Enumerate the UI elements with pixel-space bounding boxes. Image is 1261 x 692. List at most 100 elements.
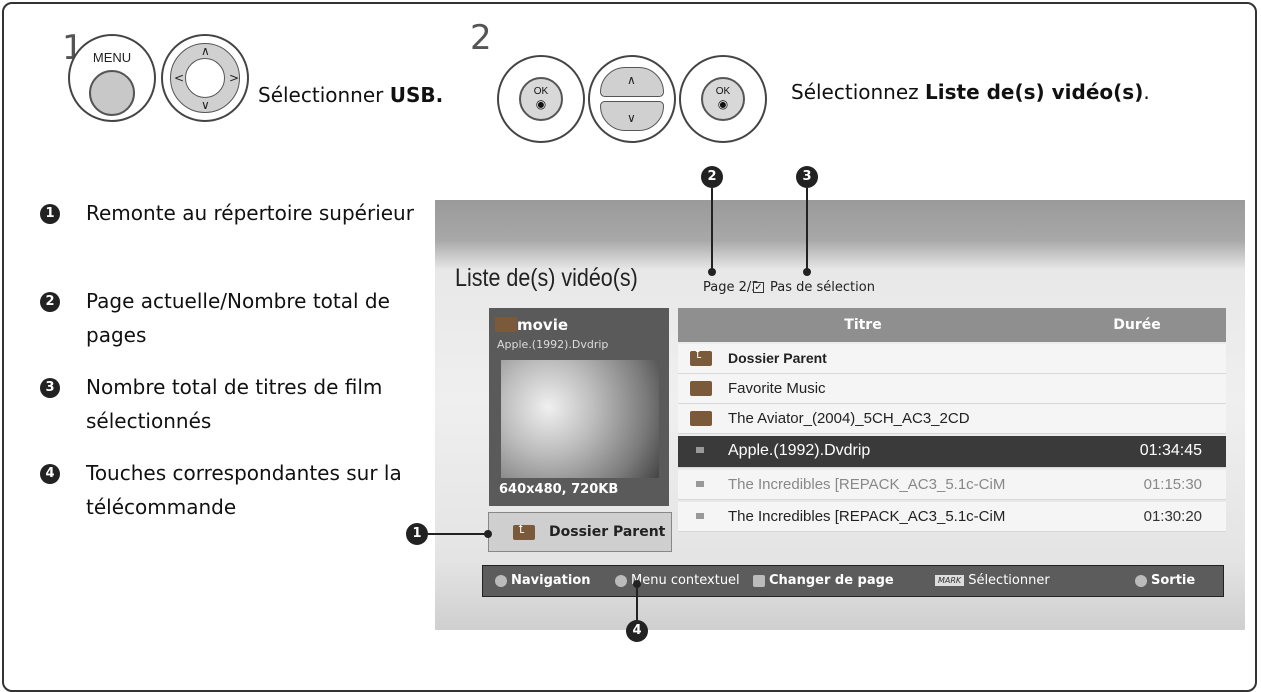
list-item[interactable]: The Aviator_(2004)_5CH_AC3_2CD bbox=[678, 404, 1226, 434]
legend-item-2: 2 Page actuelle/Nombre total de pages bbox=[40, 284, 430, 352]
footer-change-page: Changer de page bbox=[753, 573, 894, 588]
ok-dot-icon: ◉ bbox=[717, 97, 729, 111]
step-2-text: Sélectionnez bbox=[791, 80, 926, 104]
legend-text: Touches correspondantes sur la télécomma… bbox=[86, 461, 402, 519]
preview-panel: movie Apple.(1992).Dvdrip 640x480, 720KB bbox=[489, 308, 669, 506]
arrow-up-icon: ∧ bbox=[627, 73, 636, 87]
step-2-instruction: Sélectionnez Liste de(s) vidéo(s). bbox=[791, 80, 1150, 104]
legend-text: Nombre total de titres de film sélection… bbox=[86, 375, 383, 433]
dpad-button[interactable]: ∧ ∨ < > bbox=[161, 34, 249, 122]
checkbox-icon: ✓ bbox=[753, 282, 764, 293]
item-duration: 01:15:30 bbox=[1143, 476, 1202, 493]
context-menu-label: Menu contextuel bbox=[631, 573, 740, 588]
step-1-instruction: Sélectionner USB. bbox=[258, 83, 443, 107]
arrow-down-icon: ∨ bbox=[627, 111, 636, 125]
step-2-text-bold: Liste de(s) vidéo(s) bbox=[925, 80, 1144, 104]
column-duration: Durée bbox=[1113, 317, 1161, 333]
folder-up-icon bbox=[513, 523, 535, 540]
callout-line bbox=[711, 188, 713, 272]
parent-folder-label: Dossier Parent bbox=[549, 524, 666, 540]
callout-4: 4 bbox=[626, 620, 648, 642]
ok-button-2[interactable]: OK ◉ bbox=[679, 55, 767, 143]
footer-exit: Sortie bbox=[1135, 573, 1195, 588]
arrow-down-icon: ∨ bbox=[201, 98, 210, 112]
item-name: Apple.(1992).Dvdrip bbox=[728, 442, 871, 459]
item-name: The Incredibles [REPACK_AC3_5.1c-CiM bbox=[728, 476, 1006, 493]
mark-key-icon: MARK bbox=[935, 575, 965, 586]
navigation-icon bbox=[495, 574, 507, 587]
folder-icon bbox=[690, 411, 712, 426]
ok-button-1[interactable]: OK ◉ bbox=[497, 55, 585, 143]
step-2-number: 2 bbox=[470, 18, 492, 58]
legend-number: 3 bbox=[40, 378, 60, 398]
list-item[interactable]: The Incredibles [REPACK_AC3_5.1c-CiM 01:… bbox=[678, 502, 1226, 532]
list-item[interactable]: The Incredibles [REPACK_AC3_5.1c-CiM 01:… bbox=[678, 470, 1226, 500]
folder-icon bbox=[690, 381, 712, 396]
parent-folder-button[interactable]: Dossier Parent bbox=[488, 512, 672, 552]
page-key-icon bbox=[753, 574, 765, 587]
key-guide-bar: Navigation Menu contextuel Changer de pa… bbox=[482, 565, 1224, 597]
item-name: Dossier Parent bbox=[728, 350, 827, 366]
list-header: Titre Durée bbox=[678, 308, 1226, 342]
folder-name: movie bbox=[517, 316, 569, 334]
arrow-left-icon: < bbox=[174, 71, 185, 85]
down-key: ∨ bbox=[600, 101, 664, 131]
footer-select: MARK Sélectionner bbox=[935, 573, 1050, 588]
legend-number: 2 bbox=[40, 292, 60, 312]
ok-button-face: OK ◉ bbox=[701, 77, 745, 121]
callout-line bbox=[636, 584, 638, 620]
list-item-selected[interactable]: Apple.(1992).Dvdrip 01:34:45 bbox=[678, 436, 1226, 468]
footer-navigation: Navigation bbox=[495, 573, 591, 588]
item-duration: 01:34:45 bbox=[1139, 442, 1202, 459]
legend-number: 4 bbox=[40, 464, 60, 484]
arrow-right-icon: > bbox=[229, 71, 240, 85]
exit-icon bbox=[1135, 574, 1147, 587]
step-1-text-bold: USB. bbox=[389, 83, 444, 107]
callout-1: 1 bbox=[406, 523, 428, 545]
ok-button-face: OK ◉ bbox=[519, 77, 563, 121]
callout-dot bbox=[708, 268, 716, 276]
updown-button[interactable]: ∧ ∨ bbox=[588, 55, 676, 143]
step-2-text-suffix: . bbox=[1143, 80, 1150, 104]
exit-label: Sortie bbox=[1151, 573, 1196, 588]
callout-3: 3 bbox=[796, 166, 818, 188]
arrow-up-icon: ∧ bbox=[201, 44, 210, 58]
legend-number: 1 bbox=[40, 204, 60, 224]
menu-button[interactable]: MENU bbox=[68, 34, 156, 122]
callout-line bbox=[428, 533, 488, 535]
list-item[interactable]: Favorite Music bbox=[678, 374, 1226, 404]
change-page-label: Changer de page bbox=[769, 573, 894, 588]
select-label: Sélectionner bbox=[968, 573, 1050, 588]
callout-dot bbox=[484, 530, 492, 538]
preview-file-name: Apple.(1992).Dvdrip bbox=[497, 338, 609, 351]
list-item[interactable]: Dossier Parent bbox=[678, 344, 1226, 374]
callout-dot bbox=[803, 268, 811, 276]
page-indicator: Page 2/3 bbox=[703, 280, 760, 295]
file-list: Titre Durée Dossier Parent Favorite Musi… bbox=[678, 308, 1226, 554]
legend-text: Page actuelle/Nombre total de pages bbox=[86, 289, 390, 347]
legend-item-1: 1 Remonte au répertoire supérieur bbox=[40, 196, 430, 230]
video-file-icon bbox=[696, 513, 704, 519]
video-file-icon bbox=[696, 481, 704, 487]
preview-thumbnail bbox=[501, 360, 659, 478]
dpad-center bbox=[185, 58, 225, 98]
column-title: Titre bbox=[844, 317, 882, 333]
screen-title: Liste de(s) vidéo(s) bbox=[455, 264, 638, 292]
legend-text: Remonte au répertoire supérieur bbox=[86, 201, 414, 225]
callout-dot bbox=[633, 580, 641, 588]
ok-dot-icon: ◉ bbox=[535, 97, 547, 111]
legend-item-4: 4 Touches correspondantes sur la télécom… bbox=[40, 456, 430, 524]
navigation-label: Navigation bbox=[511, 573, 591, 588]
callout-line bbox=[806, 188, 808, 272]
ok-icon bbox=[615, 574, 627, 587]
preview-file-info: 640x480, 720KB bbox=[499, 482, 619, 497]
step-1-text: Sélectionner bbox=[258, 83, 390, 107]
item-name: The Aviator_(2004)_5CH_AC3_2CD bbox=[728, 410, 970, 427]
folder-icon bbox=[495, 317, 517, 332]
ok-label: OK bbox=[715, 86, 731, 97]
up-key: ∧ bbox=[600, 67, 664, 97]
video-file-icon bbox=[696, 447, 704, 453]
menu-button-label: MENU bbox=[92, 50, 132, 65]
item-name: The Incredibles [REPACK_AC3_5.1c-CiM bbox=[728, 508, 1006, 525]
callout-2: 2 bbox=[701, 166, 723, 188]
